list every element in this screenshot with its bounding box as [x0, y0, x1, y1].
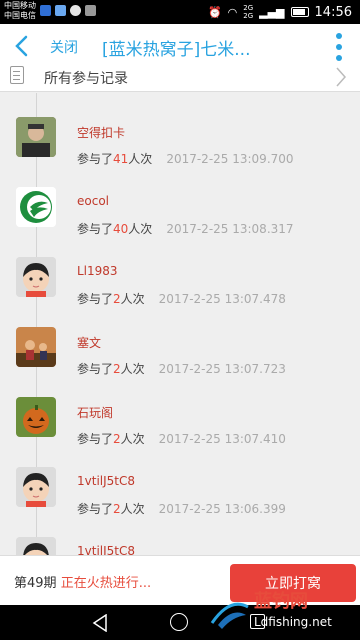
default-user-icon	[16, 537, 56, 555]
list-item[interactable]: 1vtilJ5tC8	[0, 537, 360, 555]
status-right: ⏰ ◠ 2G 2G ▂▄▆ 14:56	[208, 4, 352, 20]
watermark-url: Ldfishing.net	[254, 615, 332, 629]
alarm-icon: ⏰	[207, 5, 222, 19]
fishing-logo-icon	[210, 602, 249, 629]
app-notification-icon	[85, 5, 96, 16]
avatar[interactable]	[16, 397, 56, 437]
avatar[interactable]	[16, 117, 56, 157]
notification-icons	[40, 5, 96, 16]
app-notification-icon	[40, 5, 51, 16]
records-header[interactable]: 所有参与记录	[0, 62, 360, 92]
list-item[interactable]: Ll1983 参与了2人次 2017-2-25 13:07.478	[0, 257, 360, 327]
page-title: [蓝米热窝子]七米...	[102, 40, 251, 60]
avatar[interactable]	[16, 467, 56, 507]
list-item[interactable]: 石玩阁 参与了2人次 2017-2-25 13:07.410	[0, 397, 360, 467]
clock: 14:56	[314, 4, 352, 20]
period-progress: 正在火热进行...	[60, 576, 152, 591]
user-name[interactable]: 1vtilJ5tC8	[77, 474, 135, 488]
participation-info: 参与了2人次 2017-2-25 13:07.410	[77, 432, 286, 446]
app-notification-icon	[55, 5, 66, 16]
green-logo-icon	[16, 187, 56, 227]
more-menu-icon[interactable]	[336, 33, 344, 61]
nav-home-icon[interactable]	[170, 613, 188, 631]
avatar[interactable]	[16, 187, 56, 227]
timestamp: 2017-2-25 13:07.723	[158, 362, 286, 376]
watermark-brand: 蓝钓网	[254, 591, 308, 612]
user-name[interactable]: eocol	[77, 194, 109, 208]
participation-info: 参与了40人次 2017-2-25 13:08.317	[77, 222, 294, 236]
signal-icon: ▂▄▆	[259, 5, 285, 19]
list-item[interactable]: 塞文 参与了2人次 2017-2-25 13:07.723	[0, 327, 360, 397]
user-name[interactable]: 空得扣卡	[77, 124, 125, 141]
close-button[interactable]: 关闭	[50, 37, 78, 57]
timestamp: 2017-2-25 13:06.399	[158, 502, 286, 516]
network-label: 2G 2G	[243, 4, 254, 20]
user-name[interactable]: 石玩阁	[77, 404, 113, 421]
battery-icon	[290, 7, 309, 17]
participation-list: 空得扣卡 参与了41人次 2017-2-25 13:09.700 eocol 参与…	[0, 93, 360, 555]
back-arrow-icon[interactable]	[12, 34, 32, 58]
status-bar: 中国移动 中国电信 ⏰ ◠ 2G 2G ▂▄▆ 14:56	[0, 0, 360, 24]
period-number: 第49期	[14, 576, 57, 591]
document-icon	[10, 66, 24, 84]
list-item[interactable]: 1vtilJ5tC8 参与了2人次 2017-2-25 13:06.399	[0, 467, 360, 537]
participation-info: 参与了41人次 2017-2-25 13:09.700	[77, 152, 294, 166]
nav-back-icon[interactable]	[92, 614, 108, 632]
participation-info: 参与了2人次 2017-2-25 13:06.399	[77, 502, 286, 516]
participation-info: 参与了2人次 2017-2-25 13:07.478	[77, 292, 286, 306]
watermark: 蓝钓网 Ldfishing.net	[208, 585, 358, 637]
list-item[interactable]: eocol 参与了40人次 2017-2-25 13:08.317	[0, 187, 360, 257]
avatar[interactable]	[16, 327, 56, 367]
participation-info: 参与了2人次 2017-2-25 13:07.723	[77, 362, 286, 376]
avatar[interactable]	[16, 257, 56, 297]
period-status: 第49期 正在火热进行...	[14, 572, 151, 591]
timestamp: 2017-2-25 13:07.410	[158, 432, 286, 446]
user-name[interactable]: 1vtilJ5tC8	[77, 544, 135, 555]
carrier-2: 中国电信	[4, 11, 36, 20]
user-name[interactable]: 塞文	[77, 334, 101, 351]
user-name[interactable]: Ll1983	[77, 264, 118, 278]
list-item[interactable]: 空得扣卡 参与了41人次 2017-2-25 13:09.700	[0, 117, 360, 187]
timestamp: 2017-2-25 13:09.700	[166, 152, 294, 166]
avatar[interactable]	[16, 537, 56, 555]
carrier-info: 中国移动 中国电信	[4, 1, 36, 21]
carrier-1: 中国移动	[4, 1, 36, 10]
app-notification-icon	[70, 5, 81, 16]
photo-kids-icon	[16, 327, 56, 367]
chevron-right-icon	[336, 67, 347, 87]
timestamp: 2017-2-25 13:08.317	[166, 222, 294, 236]
photo-pumpkin-icon	[16, 397, 56, 437]
timestamp: 2017-2-25 13:07.478	[158, 292, 286, 306]
photo-man-icon	[16, 117, 56, 157]
default-user-icon	[16, 467, 56, 507]
records-label: 所有参与记录	[44, 71, 128, 87]
default-user-icon	[16, 257, 56, 297]
wifi-icon: ◠	[227, 5, 238, 19]
